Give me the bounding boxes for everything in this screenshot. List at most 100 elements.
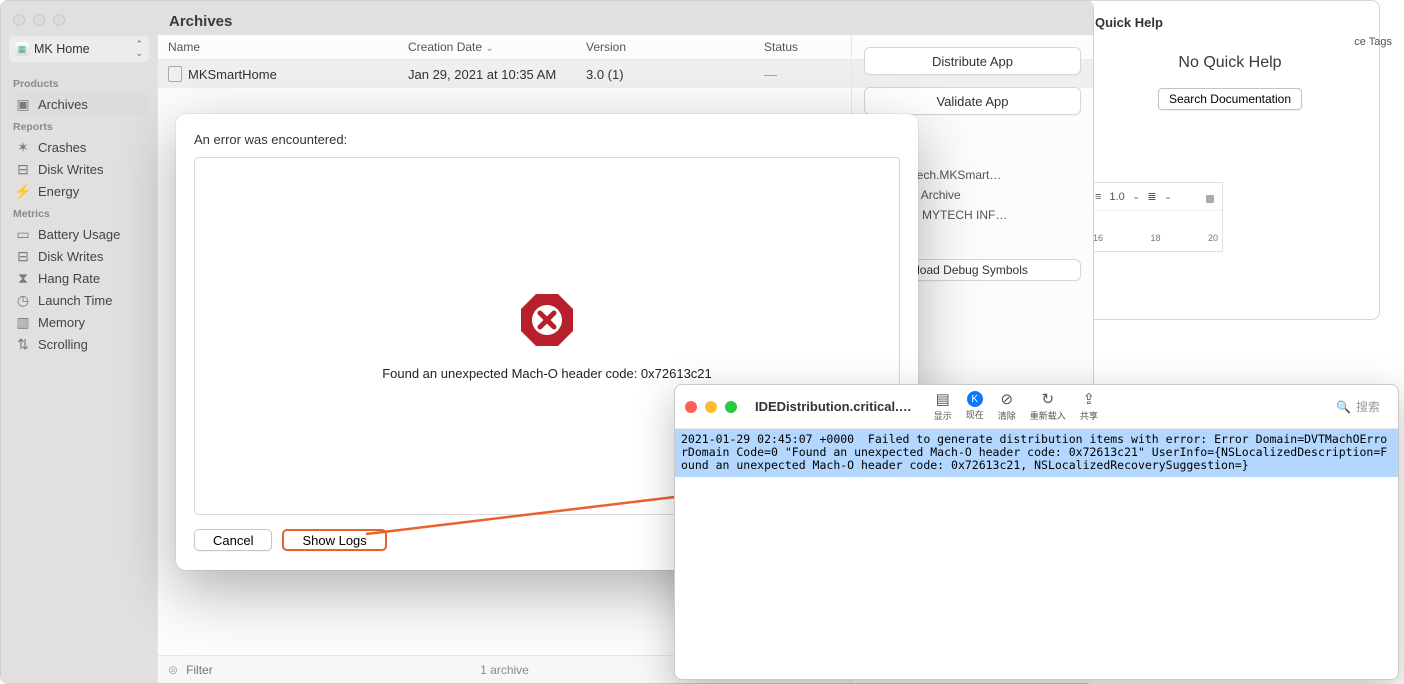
console-log-text[interactable]: 2021-01-29 02:45:07 +0000 Failed to gene…	[675, 429, 1398, 477]
sidebar-icon: ▤	[936, 391, 950, 408]
minimize-window-icon[interactable]	[33, 14, 45, 26]
action-label: 共享	[1080, 409, 1098, 422]
console-toolbar: IDEDistribution.critical.… ▤显示 K现在 ⊘清除 ↻…	[675, 385, 1398, 429]
sidebar-item-label: Scrolling	[38, 337, 88, 352]
scroll-icon: ⇅	[15, 336, 31, 352]
hang-icon: ⧗	[15, 270, 31, 286]
cancel-button[interactable]: Cancel	[194, 529, 272, 551]
filter-icon[interactable]: ⊜	[168, 663, 178, 677]
crashes-icon: ✶	[15, 139, 31, 155]
reload-icon: ↻	[1042, 391, 1055, 408]
ruler-tick: 16	[1093, 233, 1103, 243]
sidebar-section-products: Products	[9, 72, 149, 93]
sidebar-item-battery[interactable]: ▭ Battery Usage	[9, 223, 149, 245]
sidebar-item-scrolling[interactable]: ⇅ Scrolling	[9, 333, 149, 355]
disk-icon: ⊟	[15, 248, 31, 264]
action-label: 显示	[934, 409, 952, 422]
console-window: IDEDistribution.critical.… ▤显示 K现在 ⊘清除 ↻…	[674, 384, 1399, 680]
sidebar-section-reports: Reports	[9, 115, 149, 136]
archive-count: 1 archive	[480, 663, 529, 677]
search-icon: 🔍	[1336, 400, 1351, 414]
disk-icon: ⊟	[15, 161, 31, 177]
dialog-title: An error was encountered:	[194, 132, 900, 147]
sidebar-item-label: Disk Writes	[38, 249, 103, 264]
scheme-name: MK Home	[34, 42, 90, 56]
zoom-window-icon[interactable]	[53, 14, 65, 26]
reload-action[interactable]: ↻重新载入	[1030, 391, 1066, 422]
ruler-tick: 20	[1208, 233, 1218, 243]
chevron-down-icon: ⌄	[485, 43, 493, 54]
clear-icon: ⊘	[1001, 391, 1014, 408]
battery-icon: ▭	[15, 226, 31, 242]
clear-action[interactable]: ⊘清除	[998, 391, 1016, 422]
close-window-icon[interactable]	[685, 401, 697, 413]
show-logs-button[interactable]: Show Logs	[282, 529, 386, 551]
now-icon: K	[967, 391, 983, 407]
filter-input[interactable]	[186, 663, 386, 677]
archive-date: Jan 29, 2021 at 10:35 AM	[398, 67, 576, 82]
col-status[interactable]: Status	[754, 40, 836, 54]
share-icon: ⇪	[1083, 391, 1096, 408]
validate-app-button[interactable]: Validate App	[864, 87, 1081, 115]
console-title: IDEDistribution.critical.…	[755, 399, 912, 414]
sidebar-item-diskwrites2[interactable]: ⊟ Disk Writes	[9, 245, 149, 267]
search-placeholder: 搜索	[1356, 398, 1380, 415]
action-label: 现在	[966, 408, 984, 421]
justify-icon[interactable]: ≡	[1095, 191, 1101, 203]
action-label: 重新载入	[1030, 409, 1066, 422]
titlebar: Archives	[1, 1, 1093, 39]
sidebar-item-label: Energy	[38, 184, 79, 199]
sidebar-item-label: Launch Time	[38, 293, 112, 308]
document-icon	[168, 66, 182, 82]
source-tags-label: ce Tags	[1354, 36, 1392, 48]
col-date-label: Creation Date	[408, 40, 482, 54]
sidebar-item-label: Memory	[38, 315, 85, 330]
distribute-app-button[interactable]: Distribute App	[864, 47, 1081, 75]
archive-name: MKSmartHome	[188, 67, 277, 82]
archive-status: —	[754, 67, 836, 82]
sidebar-item-label: Hang Rate	[38, 271, 100, 286]
no-quick-help-label: No Quick Help	[1081, 54, 1379, 72]
action-label: 清除	[998, 409, 1016, 422]
window-title: Archives	[169, 13, 232, 30]
col-date[interactable]: Creation Date ⌄	[398, 40, 576, 54]
quick-help-title: Quick Help	[1081, 1, 1379, 38]
share-action[interactable]: ⇪共享	[1080, 391, 1098, 422]
archive-version: 3.0 (1)	[576, 67, 754, 82]
minimize-window-icon[interactable]	[705, 401, 717, 413]
memory-icon: ▥	[15, 314, 31, 330]
ruler-tick: 18	[1150, 233, 1160, 243]
archive-icon: ▣	[15, 96, 31, 112]
sidebar: ▦ MK Home ⌃⌄ Products ▣ Archives Reports…	[1, 31, 157, 683]
sidebar-item-crashes[interactable]: ✶ Crashes	[9, 136, 149, 158]
sidebar-item-launchtime[interactable]: ◷ Launch Time	[9, 289, 149, 311]
sidebar-item-energy[interactable]: ⚡Energy	[9, 180, 149, 202]
sidebar-item-label: Disk Writes	[38, 162, 103, 177]
quick-help-panel: Quick Help No Quick Help Search Document…	[1080, 0, 1380, 320]
sidebar-section-metrics: Metrics	[9, 202, 149, 223]
console-search[interactable]: 🔍 搜索	[1328, 396, 1388, 417]
scheme-dropdown[interactable]: ▦ MK Home ⌃⌄	[9, 36, 149, 62]
col-version[interactable]: Version	[576, 40, 754, 54]
sidebar-item-label: Archives	[38, 97, 88, 112]
app-icon: ▦	[15, 42, 29, 56]
sidebar-item-memory[interactable]: ▥ Memory	[9, 311, 149, 333]
error-message: Found an unexpected Mach-O header code: …	[382, 366, 712, 381]
show-action[interactable]: ▤显示	[934, 391, 952, 422]
launch-icon: ◷	[15, 292, 31, 308]
sidebar-item-archives[interactable]: ▣ Archives	[9, 93, 149, 115]
sidebar-item-hangrate[interactable]: ⧗ Hang Rate	[9, 267, 149, 289]
list-icon[interactable]: ≣	[1147, 190, 1156, 203]
close-window-icon[interactable]	[13, 14, 25, 26]
sidebar-item-label: Battery Usage	[38, 227, 120, 242]
error-stop-icon	[519, 292, 575, 348]
ruler-panel: ≡ 1.0 ⌄ ≣ ⌄ 16 18 20	[1088, 182, 1223, 252]
zoom-window-icon[interactable]	[725, 401, 737, 413]
now-action[interactable]: K现在	[966, 391, 984, 421]
sidebar-item-label: Crashes	[38, 140, 86, 155]
sidebar-item-diskwrites[interactable]: ⊟ Disk Writes	[9, 158, 149, 180]
search-documentation-button[interactable]: Search Documentation	[1158, 88, 1302, 110]
tab-marker-icon	[1206, 195, 1214, 203]
col-name[interactable]: Name	[158, 40, 398, 54]
scale-value[interactable]: 1.0	[1109, 191, 1124, 203]
